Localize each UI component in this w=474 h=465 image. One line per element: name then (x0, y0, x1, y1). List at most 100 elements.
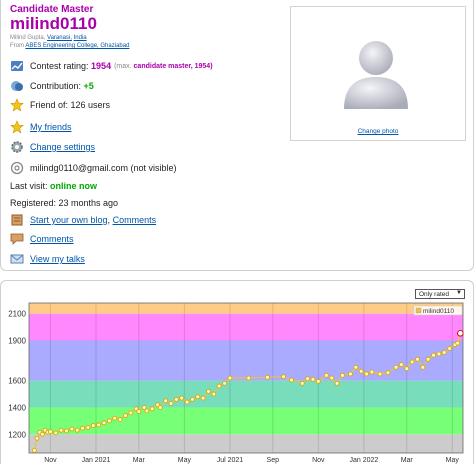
rating-point (369, 369, 375, 375)
rating-band (29, 340, 463, 381)
rating-chart: 12001400160019002100Nov2020Jan 2021Mar20… (8, 302, 464, 464)
rating-band (29, 434, 463, 453)
rating-point (348, 371, 353, 377)
rating-point (315, 378, 321, 384)
user-location: Milind Gupta, Varanasi, India (10, 35, 87, 41)
user-full-name: Milind Gupta, (10, 35, 46, 41)
rating-point (47, 429, 53, 435)
talks-icon (10, 252, 24, 266)
contest-rating-label: Contest rating: (30, 61, 89, 71)
my-friends-row: My friends (10, 119, 72, 135)
rating-point (329, 375, 335, 381)
blog-separator: , (107, 215, 111, 225)
rating-point (339, 372, 345, 378)
rating-point (398, 362, 404, 368)
rating-point (393, 364, 399, 370)
view-talks-link[interactable]: View my talks (30, 254, 85, 264)
rating-point (179, 395, 185, 401)
rating-point (358, 368, 364, 374)
rating-point (431, 352, 436, 358)
rating-point (310, 376, 316, 382)
friend-of-row: Friend of: 126 users (10, 97, 110, 113)
contest-rating-value: 1954 (91, 61, 112, 71)
rating-point (85, 425, 91, 431)
x-tick-label: Jan 2021 (82, 457, 111, 464)
rating-point (112, 415, 118, 421)
rating-point (117, 417, 123, 422)
x-tick-label: Jul 2021 (217, 457, 244, 464)
contribution-label: Contribution: (30, 81, 82, 91)
rating-band (29, 313, 463, 341)
from-label: From (10, 43, 24, 49)
y-tick-label: 1600 (8, 377, 26, 386)
rating-point (436, 351, 442, 357)
avatar-box: Change photo (290, 6, 466, 141)
organization-link[interactable]: ABES Engineering College, Ghaziabad (25, 43, 129, 49)
rating-point (385, 370, 391, 376)
rating-point (106, 418, 112, 424)
rating-point (299, 380, 305, 386)
rating-point (69, 426, 75, 432)
rating-band (29, 407, 463, 435)
y-tick-label: 1900 (8, 337, 26, 346)
comments-inline-link[interactable]: Comments (113, 215, 157, 225)
rating-point (447, 346, 453, 351)
email-row: milindg0110@gmail.com (not visible) (10, 160, 177, 176)
rating-point (195, 394, 201, 400)
max-rating-note: (max. candidate master, 1954) (114, 62, 213, 70)
rating-point (64, 428, 69, 434)
talks-row: View my talks (10, 251, 85, 267)
rating-point (163, 398, 169, 404)
change-photo-link[interactable]: Change photo (291, 128, 465, 135)
rating-point (31, 447, 37, 453)
rating-point (377, 371, 383, 377)
change-settings-link[interactable]: Change settings (30, 142, 95, 152)
start-blog-link[interactable]: Start your own blog (30, 215, 108, 225)
contribution-row: Contribution: +5 (10, 78, 94, 94)
rating-point (206, 388, 211, 394)
rating-point (420, 364, 426, 370)
rating-point (216, 383, 222, 389)
rating-band (29, 380, 463, 408)
rating-chart-card: Only rated ▼ 12001400160019002100Nov2020… (0, 280, 474, 464)
blog-icon (10, 213, 24, 227)
last-visit-row: Last visit: online now (10, 178, 97, 194)
rating-point (441, 350, 447, 356)
x-tick-label: Nov (312, 457, 325, 464)
friend-of-text: Friend of: 126 users (30, 100, 111, 110)
avatar-placeholder-icon (344, 41, 408, 109)
x-tick-label: Sep (267, 457, 280, 464)
rating-point (455, 340, 461, 346)
rating-point (157, 405, 163, 410)
rating-point (323, 372, 329, 378)
my-friends-link[interactable]: My friends (30, 122, 72, 132)
rating-point (144, 408, 150, 414)
rating-point (90, 423, 96, 428)
comments-icon (10, 232, 24, 246)
rating-point (264, 374, 270, 380)
user-handle[interactable]: milind0110 (10, 14, 97, 34)
y-tick-label: 1400 (8, 403, 26, 412)
rating-point (184, 399, 190, 405)
y-tick-label: 1200 (8, 430, 26, 439)
change-settings-row: Change settings (10, 139, 95, 155)
country-link[interactable]: India (74, 35, 87, 41)
user-organization: From ABES Engineering College, Ghaziabad (10, 43, 129, 49)
rating-point (415, 356, 420, 362)
rating-point (200, 395, 206, 401)
rating-point (122, 413, 128, 418)
rating-point (149, 406, 155, 412)
city-link[interactable]: Varanasi, (47, 35, 72, 41)
y-tick-label: 2100 (8, 310, 26, 319)
x-tick-label: May (446, 457, 460, 464)
registered-row: Registered: 23 months ago (10, 195, 118, 211)
rating-point (128, 410, 134, 416)
rating-point (74, 427, 80, 433)
comments-row: Comments (10, 231, 74, 247)
comments-link[interactable]: Comments (30, 234, 74, 244)
settings-icon (10, 140, 24, 154)
star-icon (10, 98, 24, 112)
rating-point (80, 425, 86, 431)
rating-point (222, 380, 228, 386)
rating-point (305, 376, 311, 382)
